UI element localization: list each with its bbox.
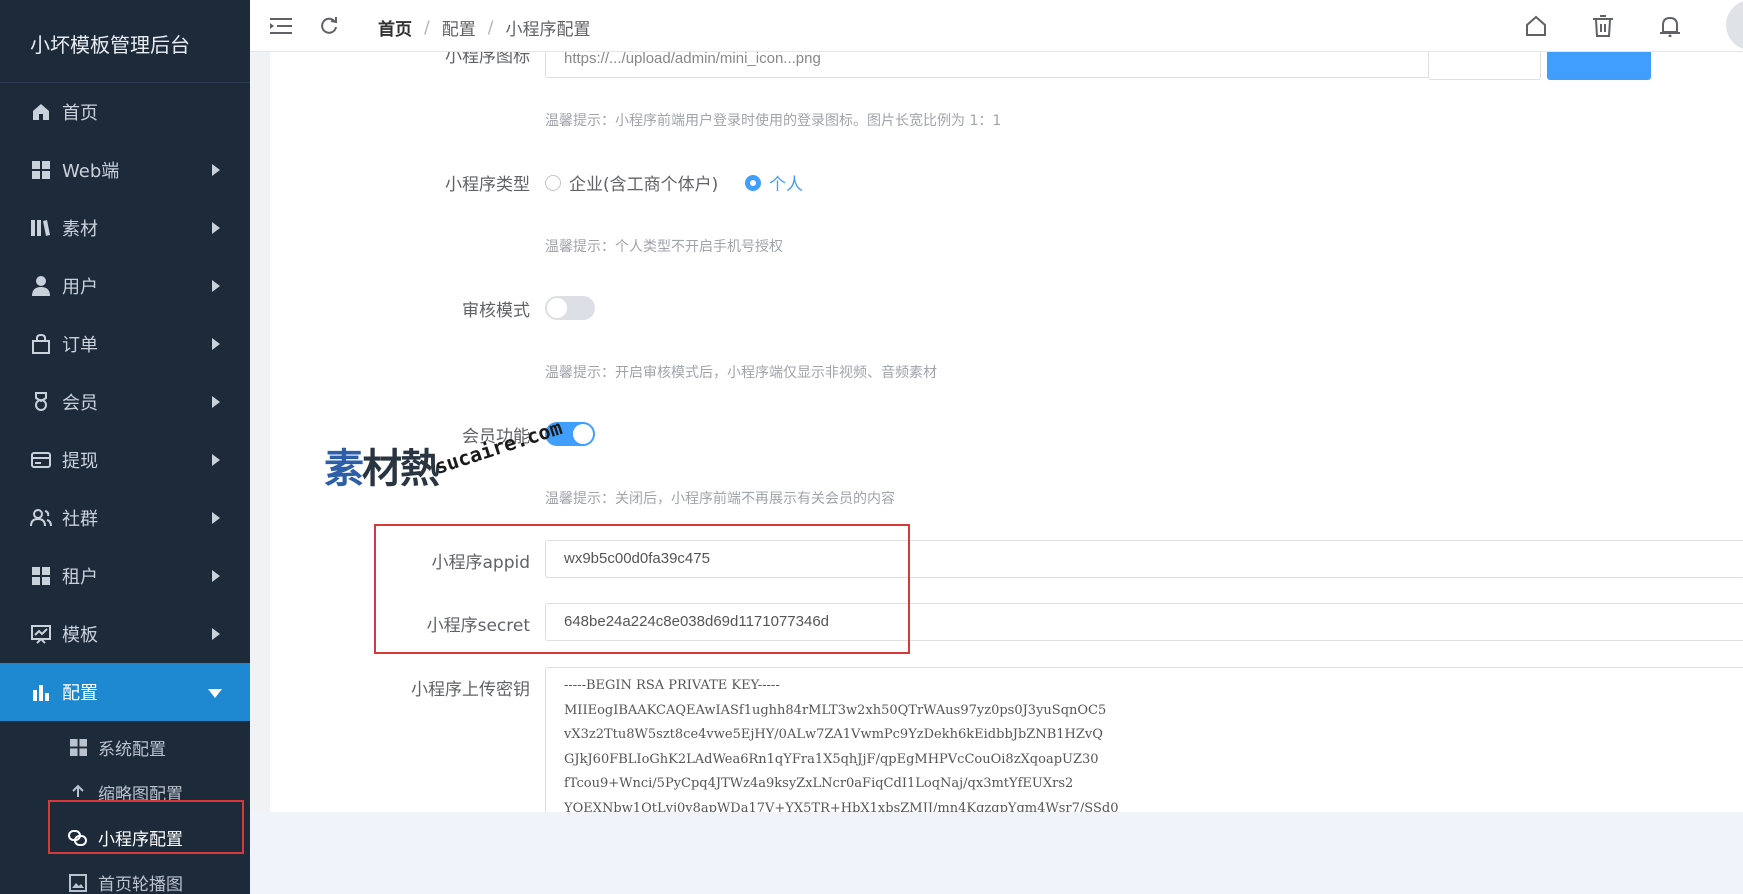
image-icon [68, 873, 88, 893]
sidebar-item-member[interactable]: 会员 [0, 373, 250, 431]
radio-label: 企业(含工商个体户) [569, 175, 719, 195]
type-radio-enterprise[interactable]: 企业(含工商个体户) [545, 170, 718, 195]
secret-input[interactable]: 648be24a224c8e038d69d1171077346d [545, 603, 1743, 641]
submenu-item-system-config[interactable]: 系统配置 [0, 725, 250, 770]
breadcrumb-current: 小程序配置 [505, 20, 591, 40]
refresh-icon[interactable] [316, 13, 342, 39]
sidebar-item-label: 用户 [62, 277, 98, 298]
sidebar-item-label: 模板 [62, 625, 98, 646]
sidebar-item-label: 素材 [62, 219, 98, 240]
caret-right-icon [212, 222, 220, 234]
submenu-item-label: 小程序配置 [98, 830, 183, 850]
top-header: 首页 / 配置 / 小程序配置 [250, 0, 1743, 52]
sidebar-item-withdraw[interactable]: 提现 [0, 431, 250, 489]
sidebar-item-label: 首页 [62, 103, 98, 124]
submenu-item-label: 首页轮播图 [98, 875, 183, 894]
radio-dot [745, 174, 761, 191]
sidebar-item-tenant[interactable]: 租户 [0, 547, 250, 605]
breadcrumb-config[interactable]: 配置 [442, 15, 476, 40]
submenu-item-label: 系统配置 [98, 740, 166, 760]
submenu-item-miniprogram-config[interactable]: 小程序配置 [0, 815, 250, 860]
sidebar-item-config[interactable]: 配置 [0, 663, 250, 721]
app-title: 小坏模板管理后台 [0, 0, 250, 83]
sidebar-item-user[interactable]: 用户 [0, 257, 250, 315]
sidebar-item-orders[interactable]: 订单 [0, 315, 250, 373]
caret-right-icon [212, 396, 220, 408]
caret-right-icon [212, 164, 220, 176]
secret-label: 小程序secret [426, 616, 530, 636]
sidebar-item-label: 提现 [62, 451, 98, 472]
upload-image-button[interactable] [1428, 52, 1541, 80]
icon-hint: 温馨提示：小程序前端用户登录时使用的登录图标。图片长宽比例为 1：1 [545, 113, 1002, 129]
bag-icon [30, 333, 52, 355]
breadcrumb: 首页 / 配置 / 小程序配置 [378, 15, 591, 41]
caret-right-icon [212, 628, 220, 640]
type-radio-personal[interactable]: 个人 [745, 170, 803, 195]
sidebar-item-home[interactable]: 首页 [0, 83, 250, 141]
watermark: 素材熱 sucaire.com [324, 415, 574, 500]
caret-right-icon [212, 570, 220, 582]
breadcrumb-home[interactable]: 首页 [378, 15, 412, 40]
icon-url-input[interactable]: https://.../upload/admin/mini_icon...png [545, 52, 1430, 78]
select-image-button[interactable] [1547, 52, 1651, 80]
caret-right-icon [212, 280, 220, 292]
audit-hint: 温馨提示：开启审核模式后，小程序端仅显示非视频、音频素材 [545, 365, 937, 381]
breadcrumb-separator: / [487, 17, 494, 38]
submenu-item-label: 缩略图配置 [98, 785, 183, 805]
icon-label: 小程序图标 [445, 52, 530, 67]
bell-icon[interactable] [1657, 13, 1683, 39]
sidebar-item-web[interactable]: Web端 [0, 141, 250, 199]
sidebar-item-label: Web端 [62, 161, 120, 182]
sidebar-item-label: 社群 [62, 509, 98, 530]
sidebar: 小坏模板管理后台 首页 Web端 素材 用户 订单 会员 提现 社群 租户 模板… [0, 0, 250, 894]
member-hint: 温馨提示：关闭后，小程序前端不再展示有关会员的内容 [545, 491, 895, 507]
grid-icon [30, 159, 52, 181]
grid-icon [68, 738, 88, 758]
caret-down-icon [208, 689, 222, 698]
audit-switch[interactable] [545, 296, 595, 320]
watermark-logo: 素材熱 [324, 446, 440, 492]
audit-label: 审核模式 [462, 301, 530, 321]
home-outline-icon[interactable] [1523, 13, 1549, 39]
sidebar-item-community[interactable]: 社群 [0, 489, 250, 547]
switch-knob [547, 298, 567, 318]
switch-knob [573, 424, 593, 444]
avatar[interactable] [1726, 0, 1743, 50]
appid-label: 小程序appid [431, 553, 530, 573]
caret-right-icon [212, 512, 220, 524]
breadcrumb-separator: / [424, 17, 430, 38]
upload-key-textarea[interactable]: -----BEGIN RSA PRIVATE KEY----- MIIEogIB… [545, 667, 1743, 812]
sidebar-item-material[interactable]: 素材 [0, 199, 250, 257]
radio-dot [545, 174, 561, 191]
chart-line-icon [30, 623, 52, 645]
upload-key-label: 小程序上传密钥 [411, 680, 530, 700]
radio-label: 个人 [769, 175, 803, 195]
group-icon [30, 507, 52, 529]
type-hint: 温馨提示：个人类型不开启手机号授权 [545, 239, 783, 255]
submenu-item-home-carousel[interactable]: 首页轮播图 [0, 860, 250, 894]
type-label: 小程序类型 [445, 175, 530, 195]
trash-icon[interactable] [1590, 13, 1616, 39]
sidebar-item-template[interactable]: 模板 [0, 605, 250, 663]
grid-icon [30, 565, 52, 587]
card-icon [30, 449, 52, 471]
sidebar-item-label: 会员 [62, 393, 98, 414]
user-icon [30, 275, 52, 297]
caret-right-icon [212, 338, 220, 350]
link-icon [68, 828, 88, 848]
appid-input[interactable]: wx9b5c00d0fa39c475 [545, 540, 1743, 578]
library-icon [30, 217, 52, 239]
bar-chart-icon [30, 681, 52, 703]
medal-icon [30, 391, 52, 413]
caret-right-icon [212, 454, 220, 466]
sidebar-item-label: 租户 [62, 567, 98, 588]
menu-fold-icon[interactable] [268, 13, 294, 39]
sidebar-item-label: 配置 [62, 683, 98, 704]
sidebar-item-label: 订单 [62, 335, 98, 356]
submenu-item-thumbnail-config[interactable]: 缩略图配置 [0, 770, 250, 815]
page-footer-area [250, 812, 1743, 894]
upload-icon [68, 783, 88, 803]
home-icon [30, 101, 52, 123]
